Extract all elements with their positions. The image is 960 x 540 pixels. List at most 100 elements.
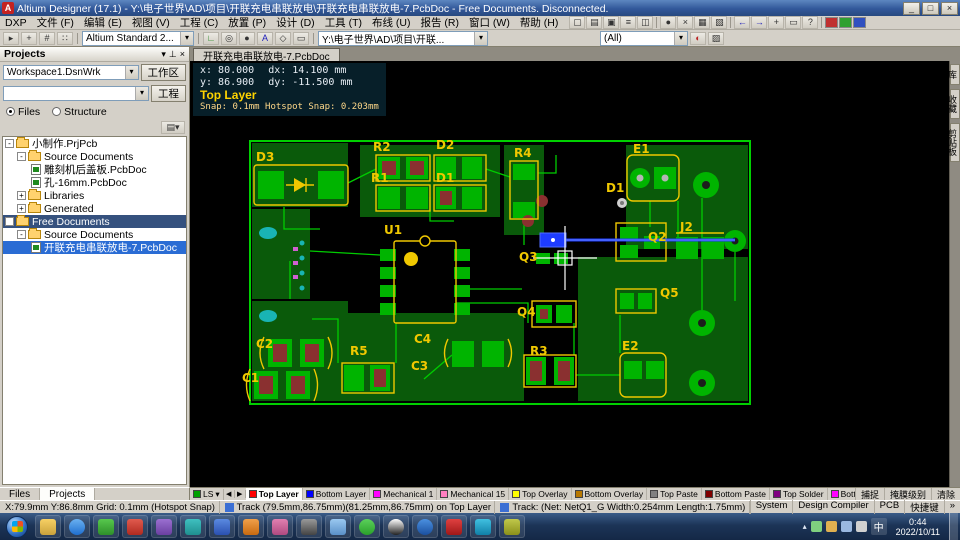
save-icon[interactable]: ▣: [603, 16, 620, 29]
taskbar-app-icon[interactable]: [93, 515, 119, 538]
component-ref[interactable]: Q3: [519, 250, 538, 264]
taskbar-app-icon[interactable]: [209, 515, 235, 538]
menu-edit[interactable]: 编辑 (E): [79, 15, 127, 30]
component-ref[interactable]: C1: [242, 371, 259, 385]
help-icon[interactable]: ?: [802, 16, 819, 29]
workspace-select[interactable]: Workspace1.DsnWrk ▾: [3, 65, 139, 80]
taskbar-app-icon[interactable]: [122, 515, 148, 538]
open-icon[interactable]: ▤: [586, 16, 603, 29]
minimize-button[interactable]: _: [903, 1, 920, 15]
component-ref[interactable]: D3: [256, 150, 274, 164]
find-icon[interactable]: ●: [660, 16, 677, 29]
component-ref[interactable]: C4: [414, 332, 431, 346]
snap-icon[interactable]: ∷: [57, 31, 73, 45]
maximize-button[interactable]: □: [922, 1, 939, 15]
zoom-fit-icon[interactable]: ▭: [785, 16, 802, 29]
layer-color-red-icon[interactable]: [825, 17, 839, 28]
layer-tab-top-overlay[interactable]: Top Overlay: [509, 488, 572, 500]
panel-close-icon[interactable]: ×: [180, 49, 185, 60]
panel-view-options-button[interactable]: ▤▾: [161, 121, 185, 134]
room-icon[interactable]: ▭: [293, 31, 309, 45]
tree-item-project[interactable]: - 小制作.PrjPcb: [3, 137, 186, 150]
tree-item-libraries[interactable]: + Libraries: [3, 189, 186, 202]
component-ref[interactable]: R4: [514, 146, 532, 160]
panel-menu-icon[interactable]: ▾: [161, 49, 166, 60]
copy-icon[interactable]: ▦: [694, 16, 711, 29]
component-ref[interactable]: C3: [411, 359, 428, 373]
chevron-down-icon[interactable]: ▾: [674, 31, 687, 45]
menu-file[interactable]: 文件 (F): [32, 15, 79, 30]
menu-place[interactable]: 放置 (P): [223, 15, 271, 30]
component-ref[interactable]: E1: [633, 142, 650, 156]
tab-favorites[interactable]: 收藏: [947, 89, 960, 119]
folder-icon[interactable]: [35, 515, 61, 538]
qq-icon[interactable]: [383, 515, 409, 538]
undo-icon[interactable]: ←: [734, 16, 751, 29]
layer-tab-bottom-overlay[interactable]: Bottom Overlay: [572, 488, 648, 500]
component-ref[interactable]: Q2: [648, 230, 667, 244]
menu-view[interactable]: 视图 (V): [127, 15, 175, 30]
wechat-icon[interactable]: [354, 515, 380, 538]
panels-button-design-compiler[interactable]: Design Compiler: [792, 500, 873, 514]
menu-tools[interactable]: 工具 (T): [320, 15, 367, 30]
chevron-down-icon[interactable]: ▾: [135, 87, 148, 100]
component-ref[interactable]: D1: [606, 181, 624, 195]
component-ref[interactable]: R5: [350, 344, 368, 358]
taskbar-app-icon[interactable]: [470, 515, 496, 538]
tab-projects[interactable]: Projects: [40, 488, 96, 500]
polygon-icon[interactable]: ◇: [275, 31, 291, 45]
volume-icon[interactable]: [855, 521, 867, 532]
structure-radio[interactable]: Structure: [52, 106, 107, 118]
place-string-icon[interactable]: A: [257, 31, 273, 45]
tree-item-generated[interactable]: + Generated: [3, 202, 186, 215]
layer-color-blue-icon[interactable]: [853, 17, 867, 28]
via-icon[interactable]: ◎: [221, 31, 237, 45]
layer-scroll-left-icon[interactable]: ◀: [224, 490, 235, 498]
interactive-routing-icon[interactable]: ∟: [203, 31, 219, 45]
zoom-in-icon[interactable]: +: [768, 16, 785, 29]
clear-button[interactable]: 清除: [930, 488, 960, 500]
tab-files[interactable]: Files: [0, 488, 41, 500]
start-button[interactable]: [6, 515, 28, 538]
menu-window[interactable]: 窗口 (W): [464, 15, 515, 30]
component-ref[interactable]: R3: [530, 344, 548, 358]
layer-tab-bottom-paste[interactable]: Bottom Paste: [702, 488, 770, 500]
pin-icon[interactable]: ⊥: [169, 49, 177, 60]
chevron-down-icon[interactable]: ▾: [180, 31, 193, 45]
taskbar-clock[interactable]: 0:44 2022/10/11: [891, 517, 945, 537]
files-radio[interactable]: Files: [6, 106, 40, 118]
chevron-down-icon[interactable]: ▾: [215, 489, 219, 500]
menu-design[interactable]: 设计 (D): [271, 15, 320, 30]
layer-scroll-right-icon[interactable]: ▶: [235, 490, 246, 498]
menu-dxp[interactable]: DXP: [0, 17, 32, 29]
pcb-editor-canvas[interactable]: x: 80.000 dx: 14.100 mm y: 86.900 dy: -11.…: [190, 61, 960, 487]
document-tab[interactable]: 开联充电串联放电-7.PcbDoc: [193, 48, 340, 63]
layer-tab-top-layer[interactable]: Top Layer: [245, 488, 303, 500]
layer-tab-bottom-layer[interactable]: Bottom Layer: [303, 488, 371, 500]
component-ref[interactable]: C2: [256, 337, 273, 351]
menu-help[interactable]: 帮助 (H): [515, 15, 564, 30]
tab-clipboard[interactable]: 剪贴板: [947, 123, 960, 162]
component-ref[interactable]: Q4: [517, 305, 536, 319]
mask-icon[interactable]: ◐: [690, 31, 706, 45]
taskbar-app-icon[interactable]: [296, 515, 322, 538]
component-ref[interactable]: U1: [384, 223, 402, 237]
scope-filter-select[interactable]: (All) ▾: [600, 30, 688, 46]
cut-icon[interactable]: ×: [677, 16, 694, 29]
component-ref[interactable]: J2: [679, 220, 693, 234]
panels-button-pcb[interactable]: PCB: [873, 500, 905, 514]
grid-icon[interactable]: #: [39, 31, 55, 45]
project-path-select[interactable]: Y:\电子世界\AD\项目\开联... ▾: [318, 30, 488, 46]
snap-button[interactable]: 捕捉: [854, 488, 884, 500]
pcb-board[interactable]: D3 R2 D2 R4 E1 R1 D1 U1 D1 Q3 Q2 J2 Q4 Q…: [190, 61, 960, 487]
print-icon[interactable]: ≡: [620, 16, 637, 29]
close-button[interactable]: ×: [941, 1, 958, 15]
menu-project[interactable]: 工程 (C): [175, 15, 224, 30]
redo-icon[interactable]: →: [751, 16, 768, 29]
tray-icon[interactable]: [825, 521, 837, 532]
component-ref[interactable]: Q5: [660, 286, 679, 300]
taskbar-app-icon[interactable]: [151, 515, 177, 538]
print-preview-icon[interactable]: ◫: [637, 16, 654, 29]
more-chevron-icon[interactable]: »: [943, 500, 960, 514]
workspace-button[interactable]: 工作区: [140, 64, 186, 81]
